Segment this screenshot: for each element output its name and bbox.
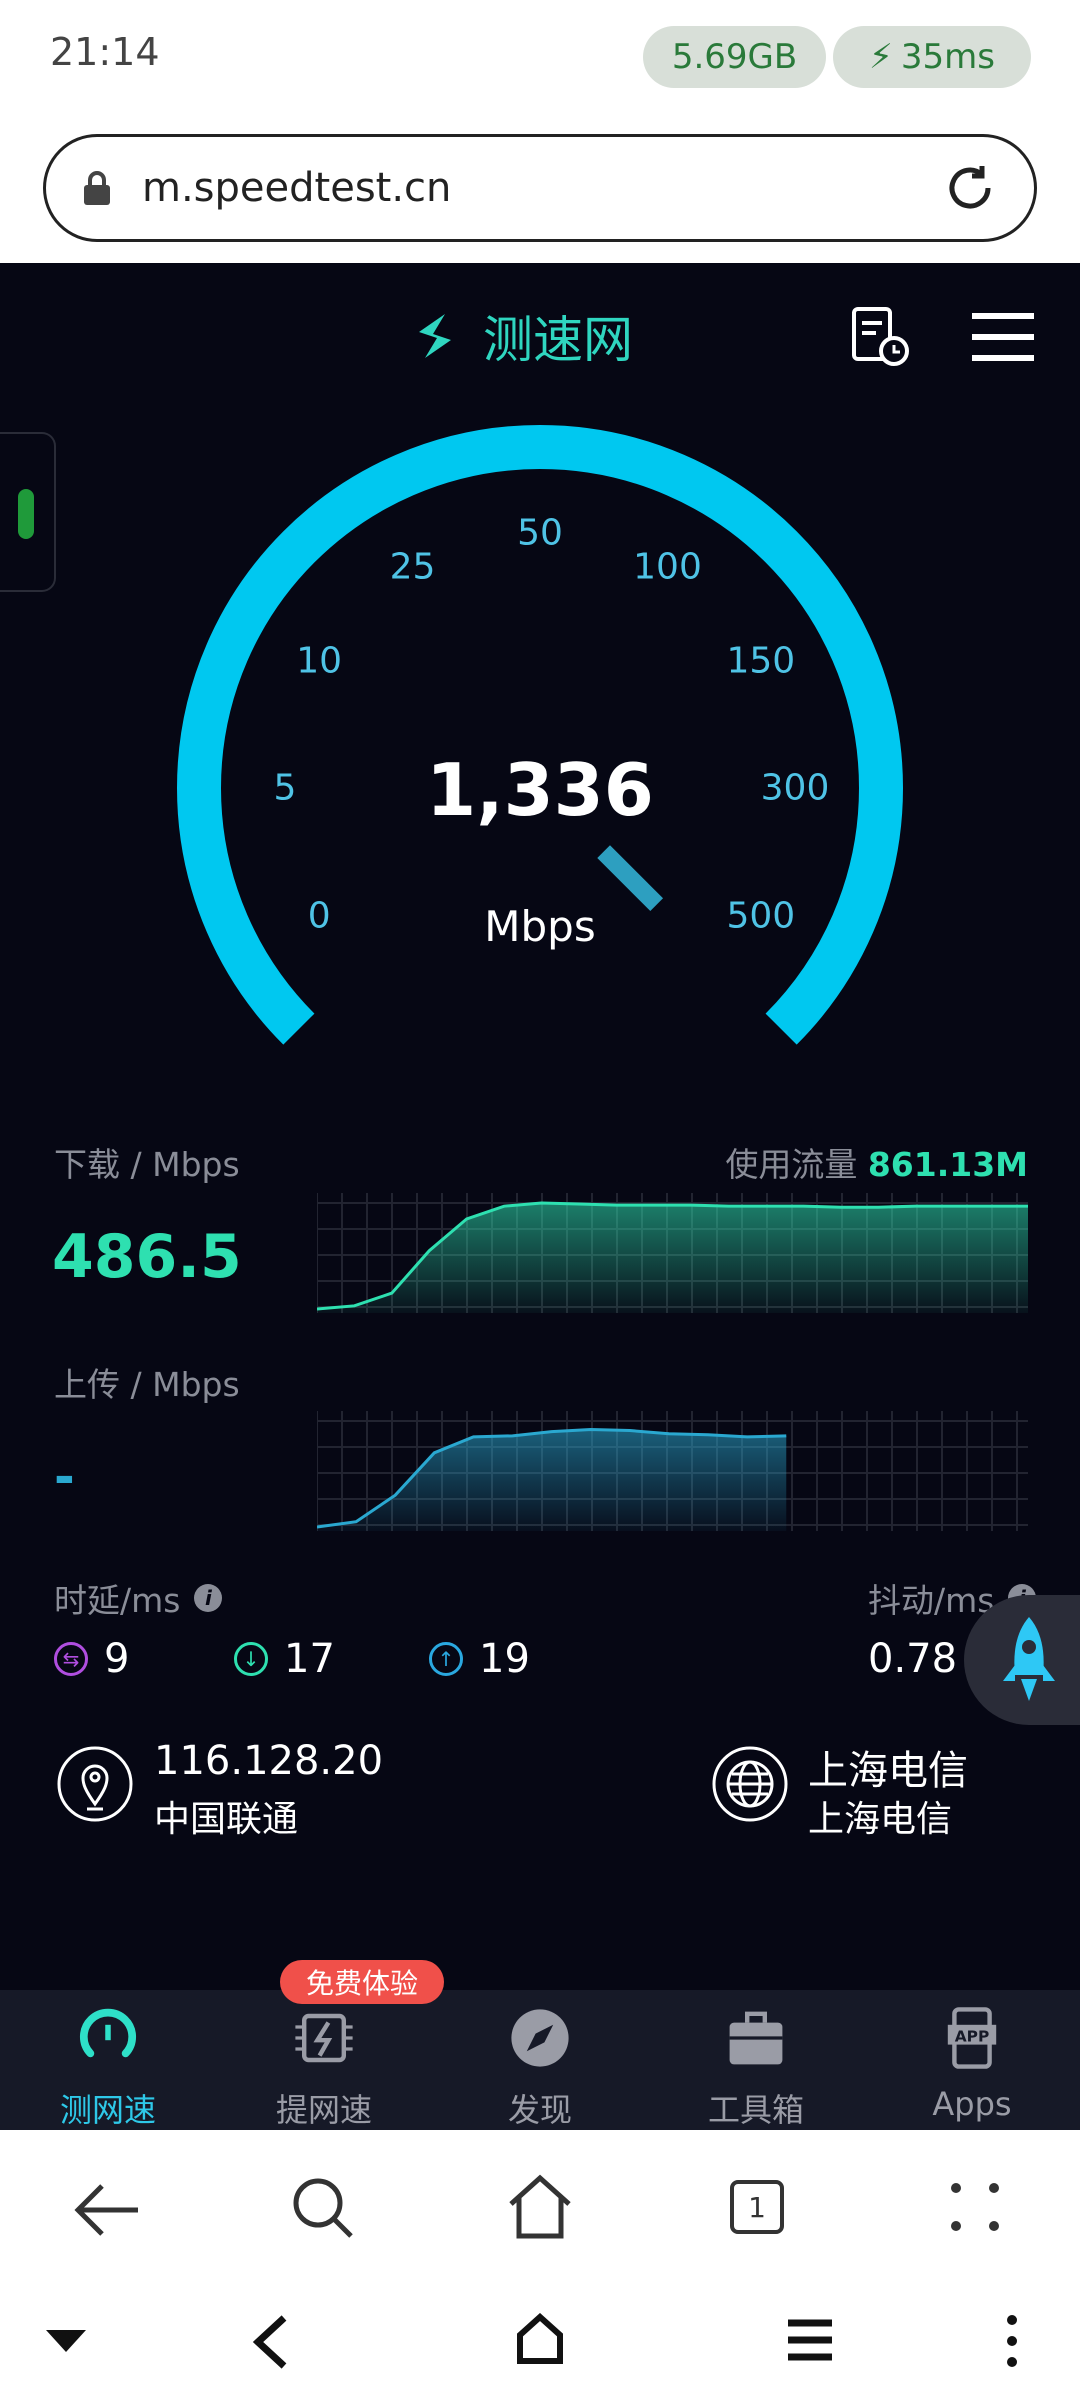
toolbox-icon <box>729 2011 783 2065</box>
server-name[interactable]: 上海电信 <box>808 1738 968 1796</box>
idle-latency-icon: ⇆ <box>54 1642 88 1676</box>
rocket-icon <box>1003 1617 1055 1701</box>
nav-item-0[interactable]: 测网速 <box>0 2005 216 2131</box>
server-isp: 上海电信 <box>808 1799 953 1840</box>
nav-item-3[interactable]: 工具箱 <box>648 2005 864 2131</box>
upload-chart <box>317 1411 1028 1531</box>
chart-area <box>317 1429 787 1531</box>
gauge-tick-label: 100 <box>633 546 702 588</box>
gauge-tick-label: 5 <box>273 767 297 809</box>
free-trial-badge[interactable]: 免费体验 <box>280 1960 445 2004</box>
info-icon[interactable]: i <box>194 1584 223 1612</box>
system-menu-icon[interactable] <box>1004 2314 1020 2368</box>
latency-label: 时延/ms i <box>54 1574 223 1622</box>
gauge-tick-label: 50 <box>517 512 563 554</box>
gauge-value: 1,336 <box>426 748 654 832</box>
client-ip: 116.128.20 <box>154 1738 384 1784</box>
svg-text:APP: APP <box>955 2027 989 2045</box>
speedometer-icon <box>80 2008 136 2058</box>
nav-item-1[interactable]: 提网速 <box>216 2005 432 2131</box>
compass-icon <box>511 2009 569 2067</box>
search-icon[interactable] <box>290 2175 356 2241</box>
latency-values: ⇆ 9 ↓ 17 ↑ 19 <box>54 1636 530 1682</box>
chip-bolt-icon <box>295 2013 353 2063</box>
jitter-value: 0.78 <box>868 1636 958 1682</box>
download-label: 下载 / Mbps <box>54 1145 240 1184</box>
tabs-button[interactable]: 1 <box>730 2180 784 2234</box>
gauge-tick-label: 25 <box>389 546 436 588</box>
gauge-tick-label: 300 <box>760 767 830 809</box>
traffic-usage: 使用流量 861.13M <box>725 1145 1028 1184</box>
back-icon[interactable] <box>72 2180 142 2240</box>
hide-nav-icon[interactable] <box>44 2326 88 2356</box>
globe-icon[interactable] <box>712 1746 788 1822</box>
gauge-unit: Mbps <box>484 902 596 951</box>
system-home-icon[interactable] <box>515 2313 565 2365</box>
system-recents-icon[interactable] <box>786 2318 834 2362</box>
download-latency-icon: ↓ <box>234 1642 268 1676</box>
system-back-icon[interactable] <box>250 2314 290 2370</box>
nav-item-2[interactable]: 发现 <box>432 2005 648 2131</box>
gauge-tick-label: 10 <box>296 640 343 681</box>
home-icon[interactable] <box>505 2174 575 2240</box>
location-pin-icon <box>57 1746 133 1822</box>
browser-toolbar: 1 <box>0 2130 1080 2400</box>
download-value: 486.5 <box>52 1222 242 1292</box>
upload-value: - <box>54 1448 75 1506</box>
download-chart <box>317 1193 1028 1313</box>
gauge-needle <box>597 845 664 912</box>
app-phone-icon: APP <box>947 2007 997 2069</box>
upload-label: 上传 / Mbps <box>54 1365 240 1404</box>
more-icon[interactable] <box>948 2180 1002 2234</box>
gauge-tick-label: 0 <box>307 895 331 936</box>
client-isp: 中国联通 <box>154 1799 299 1840</box>
nav-item-4[interactable]: APP Apps <box>864 2005 1080 2123</box>
upload-latency-icon: ↑ <box>429 1642 463 1676</box>
gauge-tick-label: 150 <box>726 640 796 681</box>
